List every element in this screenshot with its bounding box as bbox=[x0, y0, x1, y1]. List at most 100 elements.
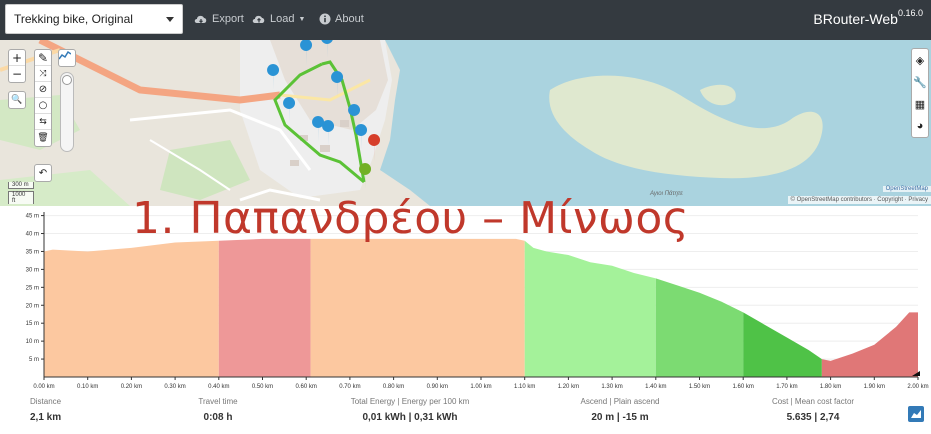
map-attribution[interactable]: © OpenStreetMap contributors · Copyright… bbox=[787, 196, 931, 204]
brouter-app: Trekking bike, Original Export Load ▼ Ab… bbox=[0, 0, 931, 434]
x-tick-label: 1.20 km bbox=[558, 384, 579, 390]
export-button[interactable]: Export bbox=[194, 13, 244, 25]
chevron-down-icon: ▼ bbox=[298, 15, 306, 23]
chevron-down-icon bbox=[166, 17, 174, 22]
load-button[interactable]: Load ▼ bbox=[252, 13, 305, 25]
profile-select-value: Trekking bike, Original bbox=[14, 12, 133, 26]
x-tick-label: 0.50 km bbox=[252, 384, 273, 390]
x-tick-label: 1.50 km bbox=[689, 384, 710, 390]
scale-bar-imperial: 1000 ft bbox=[8, 191, 34, 204]
zoom-out-button[interactable]: − bbox=[9, 66, 25, 82]
search-icon: 🔍 bbox=[11, 95, 23, 105]
x-tick-label: 0.30 km bbox=[164, 384, 185, 390]
elevation-segment bbox=[743, 312, 822, 377]
load-label: Load bbox=[270, 13, 295, 25]
ascend-value: 20 m | -15 m bbox=[591, 412, 649, 423]
x-tick-label: 1.30 km bbox=[601, 384, 622, 390]
x-tick-label: 1.10 km bbox=[514, 384, 535, 390]
x-tick-label: 0.20 km bbox=[121, 384, 142, 390]
osm-layer-label: OpenStreetMap bbox=[882, 186, 931, 192]
x-tick-label: 0.80 km bbox=[383, 384, 404, 390]
about-label: About bbox=[335, 13, 364, 25]
x-tick-label: 1.70 km bbox=[776, 384, 797, 390]
search-control: 🔍 bbox=[8, 91, 26, 109]
scale-bar-metric: 300 m bbox=[8, 182, 34, 189]
map-view[interactable]: + − 🔍 ✎ ⤨ ⊘ ○ ⇆ 🗑 ↶ 300 m 1000 ft ◈ 🔧 ▦ … bbox=[0, 40, 931, 206]
undo-icon[interactable]: ↶ bbox=[35, 165, 51, 181]
export-label: Export bbox=[212, 13, 244, 25]
zoom-in-label: + bbox=[11, 50, 23, 65]
stat-distance: Distance 2,1 km bbox=[30, 397, 61, 423]
stat-energy: Total Energy | Energy per 100 km 0,01 kW… bbox=[351, 397, 470, 423]
right-controls: ◈ 🔧 ▦ ◕ bbox=[911, 48, 929, 138]
cost-label: Cost | Mean cost factor bbox=[771, 397, 855, 406]
opacity-slider-handle[interactable] bbox=[62, 75, 72, 85]
stat-travel-time: Travel time 0:08 h bbox=[198, 397, 237, 423]
chart-toggle-button[interactable] bbox=[908, 406, 924, 422]
area-chart-icon bbox=[911, 410, 921, 418]
ascend-label: Ascend | Plain ascend bbox=[580, 397, 660, 406]
x-tick-label: 2.00 km bbox=[907, 384, 928, 390]
about-button[interactable]: About bbox=[319, 13, 364, 25]
y-tick-label: 25 m bbox=[26, 285, 39, 291]
y-tick-label: 10 m bbox=[26, 339, 39, 345]
reverse-icon[interactable]: ⇆ bbox=[35, 114, 51, 130]
y-tick-label: 40 m bbox=[26, 232, 39, 238]
elevation-segment bbox=[310, 238, 525, 377]
elevation-segment bbox=[44, 240, 219, 377]
distance-label: Distance bbox=[30, 397, 62, 406]
travel-time-value: 0:08 h bbox=[203, 412, 233, 423]
scale-metric-label: 300 m bbox=[12, 182, 29, 188]
elevation-segment bbox=[524, 240, 656, 377]
map-canvas[interactable] bbox=[0, 40, 931, 206]
x-tick-label: 1.00 km bbox=[470, 384, 491, 390]
elevation-toggle-button[interactable] bbox=[58, 49, 76, 67]
opacity-slider[interactable] bbox=[60, 72, 74, 152]
info-icon bbox=[319, 13, 331, 25]
x-tick-label: 1.60 km bbox=[733, 384, 754, 390]
circle-icon[interactable]: ○ bbox=[35, 98, 51, 114]
draw-toolbar: ✎ ⤨ ⊘ ○ ⇆ 🗑 bbox=[34, 49, 52, 147]
pencil-icon[interactable]: ✎ bbox=[35, 50, 51, 66]
zoom-out-label: − bbox=[11, 67, 23, 81]
x-tick-label: 0.00 km bbox=[33, 384, 54, 390]
x-tick-label: 1.40 km bbox=[645, 384, 666, 390]
chart-icon bbox=[59, 50, 71, 60]
y-tick-label: 30 m bbox=[26, 267, 39, 273]
stat-cost: Cost | Mean cost factor 5.635 | 2,74 bbox=[772, 397, 854, 423]
elevation-segment bbox=[821, 312, 918, 377]
undo-control: ↶ bbox=[34, 164, 52, 182]
y-tick-label: 15 m bbox=[26, 321, 39, 327]
nogo-icon[interactable]: ⊘ bbox=[35, 82, 51, 98]
wrench-icon[interactable]: 🔧 bbox=[912, 71, 928, 93]
travel-time-label: Travel time bbox=[198, 397, 238, 406]
energy-label: Total Energy | Energy per 100 km bbox=[350, 397, 470, 406]
y-tick-label: 5 m bbox=[29, 357, 39, 363]
brand-name: BRouter-Web bbox=[813, 11, 898, 27]
trash-icon[interactable]: 🗑 bbox=[35, 130, 51, 146]
elevation-segment bbox=[218, 238, 311, 377]
x-tick-label: 0.10 km bbox=[77, 384, 98, 390]
search-button[interactable]: 🔍 bbox=[9, 92, 25, 108]
energy-value: 0,01 kWh | 0,31 kWh bbox=[362, 412, 458, 423]
x-tick-label: 0.90 km bbox=[427, 384, 448, 390]
x-tick-label: 0.70 km bbox=[339, 384, 360, 390]
shuffle-icon[interactable]: ⤨ bbox=[35, 66, 51, 82]
zoom-in-button[interactable]: + bbox=[9, 50, 25, 66]
layers-icon[interactable]: ◈ bbox=[912, 49, 928, 71]
segment-title: 1. Παπανδρέου – Μίνωος bbox=[132, 193, 690, 244]
brand-title[interactable]: BRouter-Web0.16.0 bbox=[813, 8, 923, 27]
stat-ascend: Ascend | Plain ascend 20 m | -15 m bbox=[580, 397, 659, 423]
x-tick-label: 0.40 km bbox=[208, 384, 229, 390]
distance-value: 2,1 km bbox=[30, 412, 62, 423]
y-tick-label: 45 m bbox=[26, 214, 39, 220]
table-icon[interactable]: ▦ bbox=[912, 93, 928, 115]
y-tick-label: 20 m bbox=[26, 303, 39, 309]
version-badge: 0.16.0 bbox=[897, 8, 923, 18]
x-tick-label: 0.60 km bbox=[296, 384, 317, 390]
cloud-upload-icon bbox=[252, 15, 265, 23]
top-navbar: Trekking bike, Original Export Load ▼ Ab… bbox=[0, 0, 931, 40]
elevation-segment bbox=[655, 278, 744, 377]
profile-select[interactable]: Trekking bike, Original bbox=[5, 4, 183, 34]
pie-icon[interactable]: ◕ bbox=[912, 115, 928, 137]
